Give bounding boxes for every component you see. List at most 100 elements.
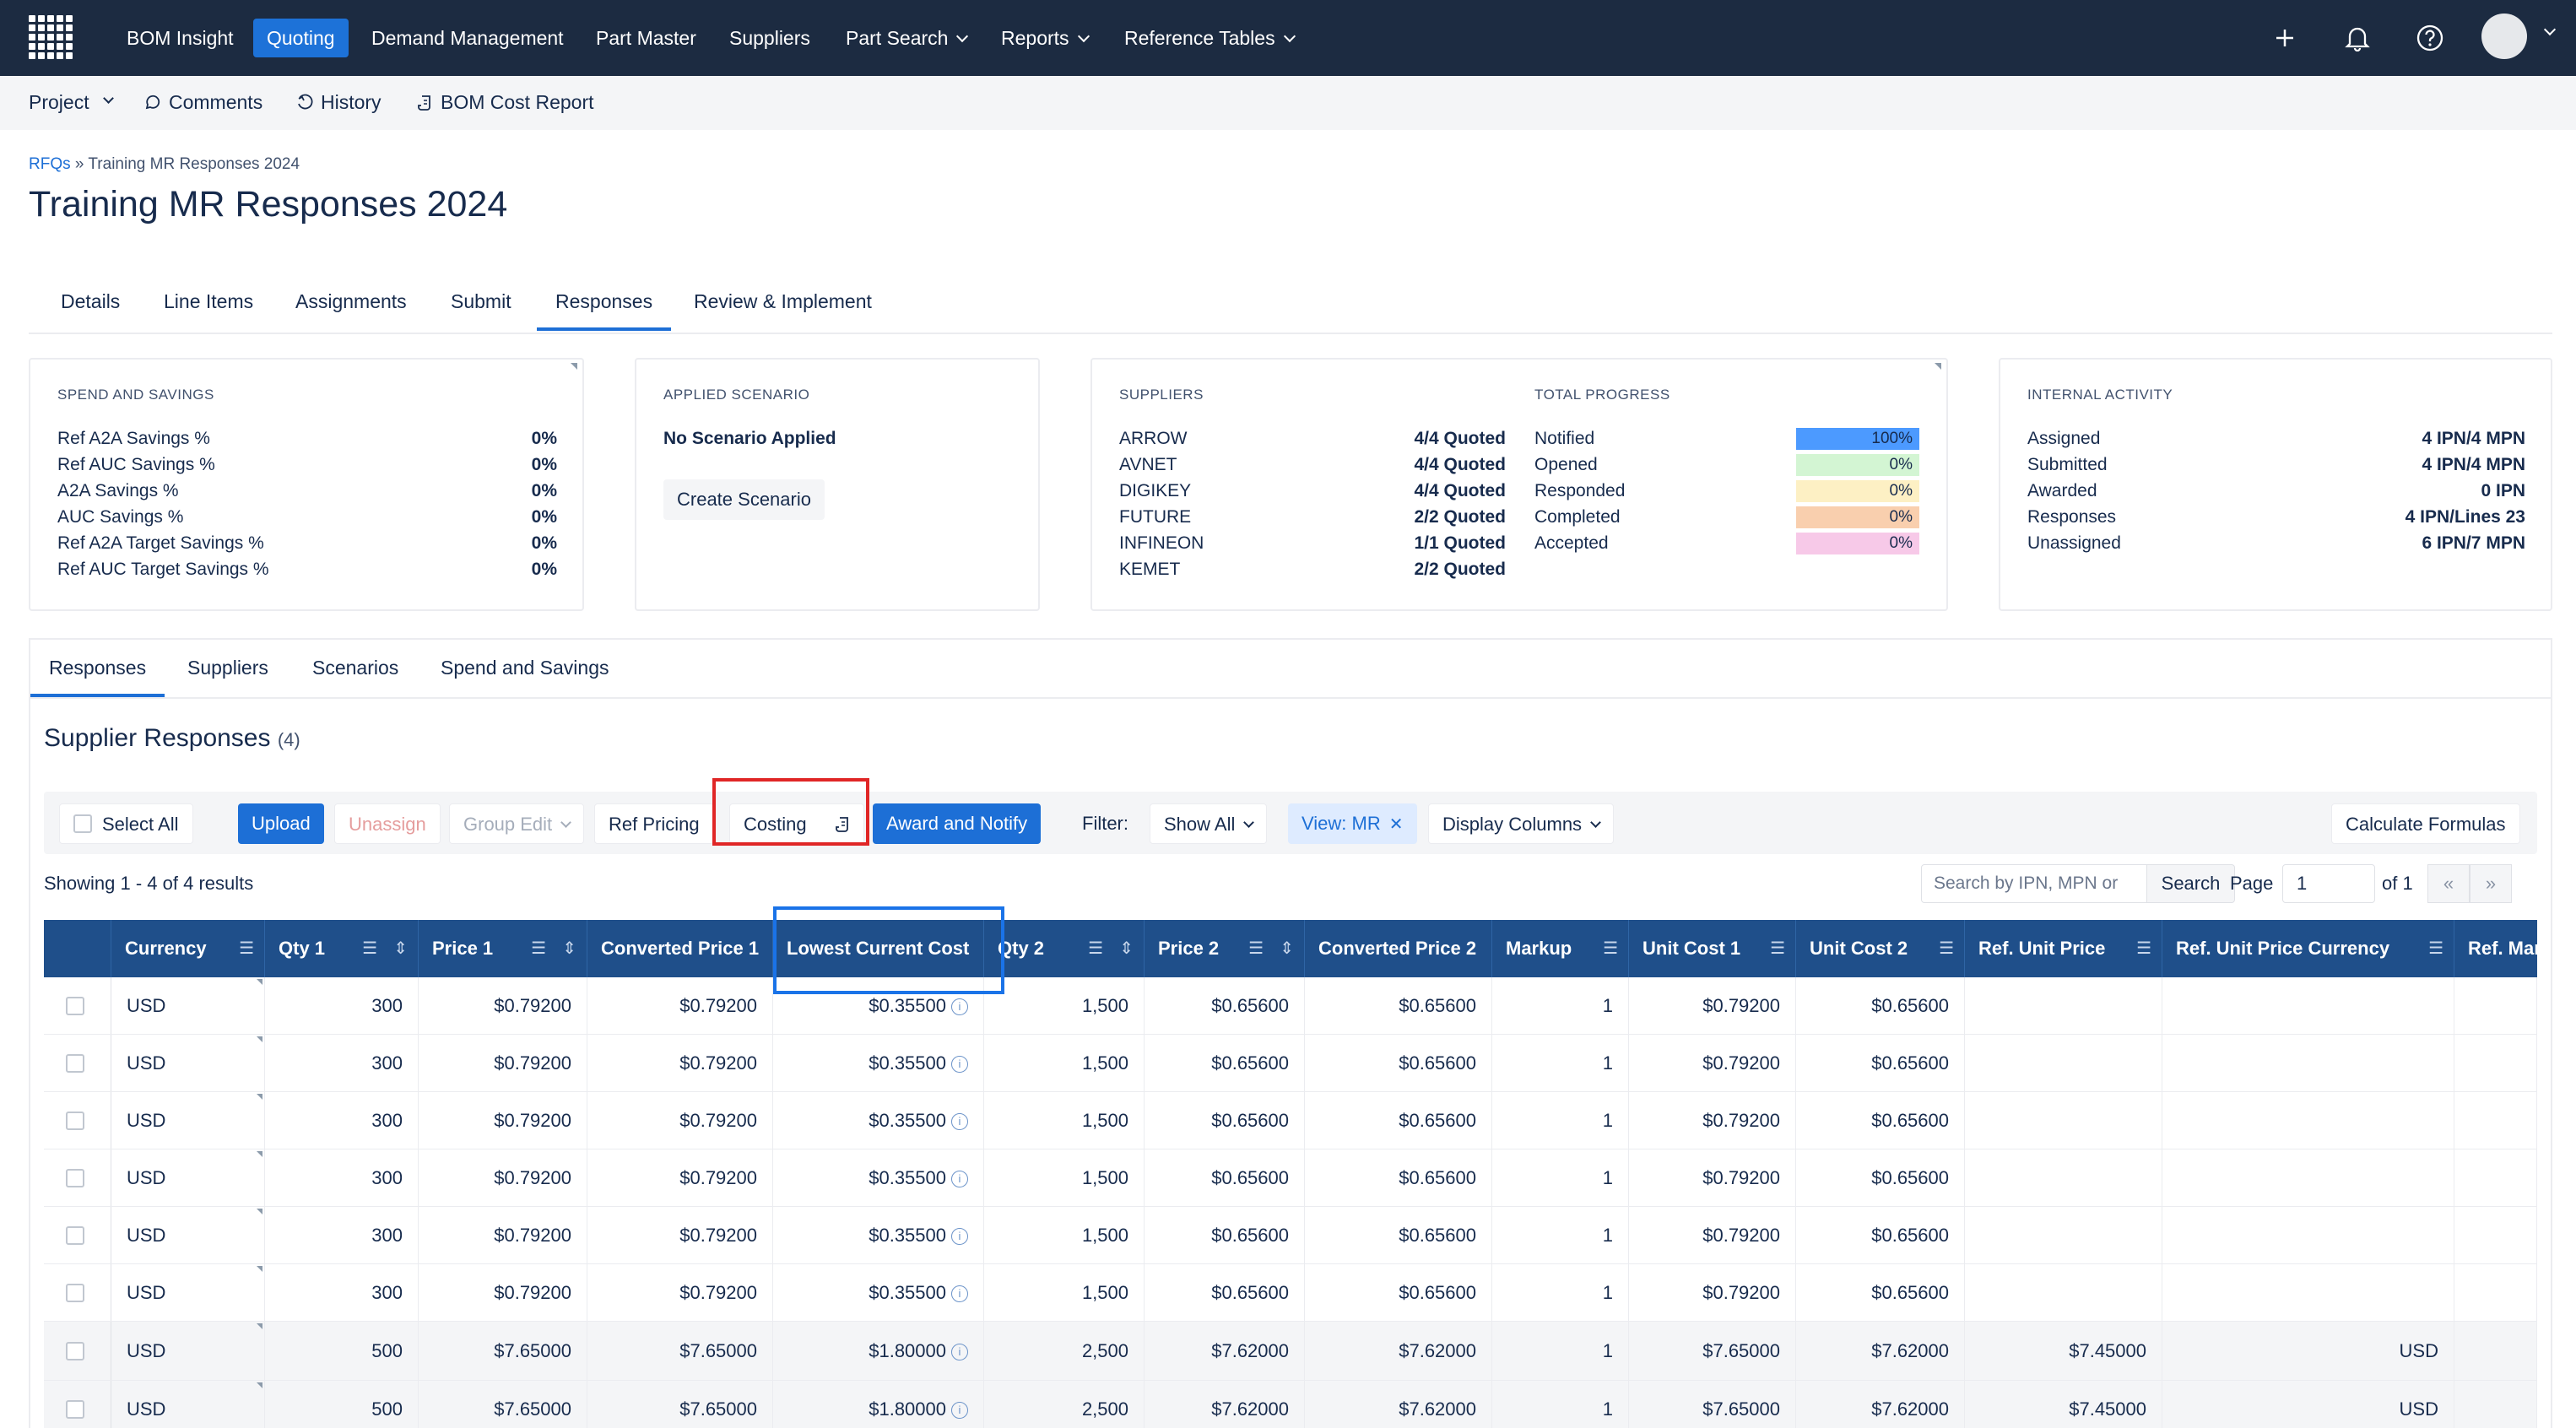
filter-icon[interactable]: ☰ xyxy=(2428,920,2443,977)
table-cell[interactable]: $7.45000 xyxy=(1965,1381,2162,1428)
nav-suppliers[interactable]: Suppliers xyxy=(716,19,824,57)
table-cell[interactable]: $0.65600 xyxy=(1796,1207,1965,1264)
filter-icon[interactable]: ☰ xyxy=(1248,920,1264,977)
nav-reports[interactable]: Reports xyxy=(988,19,1101,57)
table-cell[interactable]: $0.79200 xyxy=(1629,1092,1796,1149)
table-cell[interactable] xyxy=(2454,1381,2537,1428)
table-cell[interactable]: $0.79200 xyxy=(1629,1035,1796,1092)
table-cell[interactable]: USD xyxy=(2162,1322,2454,1381)
table-cell[interactable]: $0.35500 i xyxy=(773,1207,984,1264)
table-cell[interactable]: $7.65000 xyxy=(1629,1322,1796,1381)
breadcrumb-rfqs-link[interactable]: RFQs xyxy=(29,155,71,173)
subtab-scenarios[interactable]: Scenarios xyxy=(312,657,398,679)
table-cell[interactable]: 1 xyxy=(1492,1149,1629,1207)
info-icon[interactable]: i xyxy=(951,998,968,1015)
table-cell[interactable]: $7.62000 xyxy=(1305,1381,1492,1428)
table-cell[interactable]: $0.35500 i xyxy=(773,1149,984,1207)
table-cell[interactable]: $1.80000 i xyxy=(773,1322,984,1381)
table-cell[interactable]: USD xyxy=(111,1264,265,1322)
table-cell[interactable]: $7.62000 xyxy=(1145,1322,1305,1381)
info-icon[interactable]: i xyxy=(951,1056,968,1073)
row-checkbox[interactable] xyxy=(66,1112,84,1130)
table-cell[interactable] xyxy=(1965,977,2162,1035)
filter-icon[interactable]: ☰ xyxy=(1088,920,1103,977)
table-cell[interactable]: USD xyxy=(111,1322,265,1381)
column-header[interactable]: Unit Cost 1 ☰ xyxy=(1629,920,1796,977)
row-checkbox[interactable] xyxy=(66,1342,84,1360)
table-cell[interactable] xyxy=(2454,1035,2537,1092)
table-cell[interactable]: $7.45000 xyxy=(1965,1322,2162,1381)
table-cell[interactable]: $0.65600 xyxy=(1796,1149,1965,1207)
table-cell[interactable]: $0.79200 xyxy=(587,1035,773,1092)
table-row[interactable]: USD 300 $0.79200 $0.79200 $0.35500 i 1,500 $0.6… xyxy=(44,977,2537,1035)
table-row[interactable]: USD 300 $0.79200 $0.79200 $0.35500 i 1,500 $0.6… xyxy=(44,1207,2537,1264)
column-header[interactable]: Markup ☰ xyxy=(1492,920,1629,977)
table-row[interactable]: USD 500 $7.65000 $7.65000 $1.80000 i 2,500 $7.6… xyxy=(44,1381,2537,1428)
table-cell[interactable]: $1.80000 i xyxy=(773,1381,984,1428)
table-row[interactable]: USD 300 $0.79200 $0.79200 $0.35500 i 1,500 $0.6… xyxy=(44,1035,2537,1092)
row-checkbox[interactable] xyxy=(66,1054,84,1073)
column-header[interactable]: Ref. Unit Price ☰ xyxy=(1965,920,2162,977)
table-cell[interactable]: $0.79200 xyxy=(587,1092,773,1149)
filter-icon[interactable]: ☰ xyxy=(2136,920,2151,977)
sort-icon[interactable]: ⇕ xyxy=(1280,920,1294,977)
search-input[interactable]: Search by IPN, MPN or xyxy=(1921,864,2147,903)
table-cell[interactable]: $7.65000 xyxy=(419,1322,587,1381)
table-cell[interactable]: 1,500 xyxy=(984,1264,1145,1322)
table-cell[interactable]: 1 xyxy=(1492,1322,1629,1381)
column-header[interactable]: Ref. Mark U xyxy=(2454,920,2537,977)
table-cell[interactable] xyxy=(2454,1149,2537,1207)
app-grid-icon[interactable] xyxy=(29,15,73,59)
table-cell[interactable]: 300 xyxy=(265,1207,419,1264)
table-cell[interactable]: $0.79200 xyxy=(419,1149,587,1207)
display-columns-select[interactable]: Display Columns xyxy=(1428,803,1615,844)
upload-button[interactable]: Upload xyxy=(238,803,324,844)
table-cell[interactable]: $0.35500 i xyxy=(773,1092,984,1149)
page-input[interactable]: 1 xyxy=(2282,864,2375,903)
info-icon[interactable]: i xyxy=(951,1285,968,1302)
column-header[interactable]: Converted Price 2 xyxy=(1305,920,1492,977)
table-cell[interactable] xyxy=(1965,1207,2162,1264)
tab-line-items[interactable]: Line Items xyxy=(164,290,253,313)
table-cell[interactable]: $0.65600 xyxy=(1145,1149,1305,1207)
search-button[interactable]: Search xyxy=(2147,864,2235,903)
table-cell[interactable] xyxy=(2454,1092,2537,1149)
row-checkbox[interactable] xyxy=(66,1226,84,1245)
table-cell[interactable]: 1 xyxy=(1492,1264,1629,1322)
bell-icon[interactable] xyxy=(2338,19,2377,57)
history-link[interactable]: History xyxy=(295,91,382,114)
last-page-button[interactable]: » xyxy=(2470,864,2512,903)
table-cell[interactable]: USD xyxy=(111,1035,265,1092)
info-icon[interactable]: i xyxy=(951,1171,968,1187)
table-cell[interactable]: $7.62000 xyxy=(1796,1381,1965,1428)
first-page-button[interactable]: « xyxy=(2427,864,2470,903)
table-cell[interactable]: USD xyxy=(111,1092,265,1149)
table-cell[interactable]: 500 xyxy=(265,1322,419,1381)
table-cell[interactable]: $7.62000 xyxy=(1145,1381,1305,1428)
table-cell[interactable]: 1,500 xyxy=(984,1207,1145,1264)
table-cell[interactable] xyxy=(2454,1322,2537,1381)
table-cell[interactable]: $0.79200 xyxy=(587,1264,773,1322)
filter-select[interactable]: Show All xyxy=(1150,803,1268,844)
table-cell[interactable]: $7.62000 xyxy=(1305,1322,1492,1381)
table-cell[interactable]: $0.79200 xyxy=(1629,1207,1796,1264)
table-cell[interactable]: 2,500 xyxy=(984,1322,1145,1381)
table-cell[interactable]: 300 xyxy=(265,977,419,1035)
table-cell[interactable]: $0.65600 xyxy=(1145,1092,1305,1149)
table-cell[interactable]: USD xyxy=(111,977,265,1035)
table-cell[interactable] xyxy=(2162,1264,2454,1322)
help-icon[interactable] xyxy=(2411,19,2449,57)
tab-details[interactable]: Details xyxy=(61,290,120,313)
table-cell[interactable] xyxy=(2162,1035,2454,1092)
table-cell[interactable]: $0.79200 xyxy=(419,1207,587,1264)
column-header[interactable]: Currency ☰ xyxy=(111,920,265,977)
table-cell[interactable]: 1,500 xyxy=(984,1149,1145,1207)
table-cell[interactable]: $0.65600 xyxy=(1796,977,1965,1035)
table-cell[interactable]: $0.79200 xyxy=(419,977,587,1035)
row-checkbox[interactable] xyxy=(66,1169,84,1187)
sort-icon[interactable]: ⇕ xyxy=(1119,920,1134,977)
column-header[interactable]: Unit Cost 2 ☰ xyxy=(1796,920,1965,977)
table-cell[interactable]: USD xyxy=(111,1381,265,1428)
nav-demand-management[interactable]: Demand Management xyxy=(358,19,577,57)
info-icon[interactable]: i xyxy=(951,1344,968,1360)
